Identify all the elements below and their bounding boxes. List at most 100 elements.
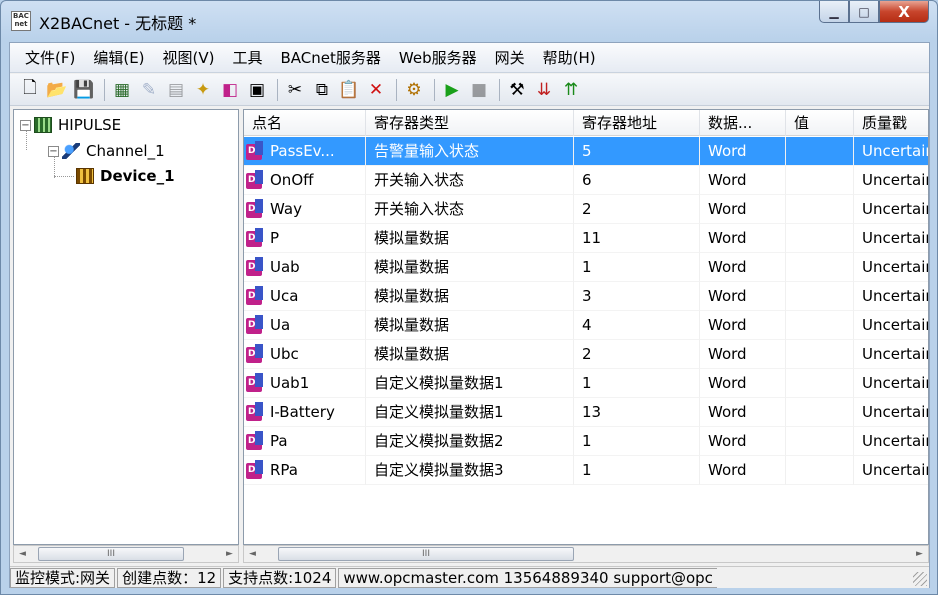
column-header-quality[interactable]: 质量戳 bbox=[854, 110, 928, 136]
menu-file[interactable]: 文件(F) bbox=[16, 43, 84, 73]
scroll-left-icon[interactable]: ◄ bbox=[14, 546, 31, 562]
table-row[interactable]: D I-Battery 自定义模拟量数据1 13 Word Uncertain bbox=[244, 398, 928, 427]
point-name-label: PassEv... bbox=[270, 141, 335, 160]
upload-icon[interactable]: ⇈ bbox=[559, 78, 583, 102]
paste-icon[interactable]: 📋 bbox=[337, 78, 361, 102]
tools-icon[interactable]: ⚒ bbox=[505, 78, 529, 102]
channel-icon bbox=[62, 143, 80, 159]
collapse-icon[interactable]: − bbox=[20, 119, 31, 131]
table-row[interactable]: D PassEv... 告警量输入状态 5 Word Uncertain bbox=[244, 137, 928, 166]
maximize-button[interactable]: □ bbox=[849, 1, 879, 23]
point-name-label: OnOff bbox=[270, 170, 314, 189]
stop-icon[interactable]: ■ bbox=[467, 78, 491, 102]
table-row[interactable]: D Uca 模拟量数据 3 Word Uncertain bbox=[244, 282, 928, 311]
table-row[interactable]: D OnOff 开关输入状态 6 Word Uncertain bbox=[244, 166, 928, 195]
cell-point-name: D Uab1 bbox=[244, 369, 366, 398]
table-row[interactable]: D Way 开关输入状态 2 Word Uncertain bbox=[244, 195, 928, 224]
point-name-label: RPa bbox=[270, 460, 298, 479]
point-name-label: Uab1 bbox=[270, 373, 310, 392]
cell-quality: Uncertain bbox=[854, 427, 928, 456]
cell-value bbox=[786, 253, 854, 282]
cell-register-type: 模拟量数据 bbox=[366, 224, 574, 253]
cell-quality: Uncertain bbox=[854, 311, 928, 340]
cell-register-type: 自定义模拟量数据2 bbox=[366, 427, 574, 456]
copy-icon[interactable]: ⧉ bbox=[310, 78, 334, 102]
status-mode: 监控模式:网关 bbox=[10, 567, 116, 588]
properties-icon[interactable]: ▣ bbox=[245, 78, 269, 102]
cell-value bbox=[786, 427, 854, 456]
client-area: 文件(F) 编辑(E) 视图(V) 工具 BACnet服务器 Web服务器 网关… bbox=[9, 42, 930, 588]
cell-register-address: 1 bbox=[574, 253, 700, 282]
add-device-icon[interactable]: ▤ bbox=[164, 78, 188, 102]
menu-web-server[interactable]: Web服务器 bbox=[390, 43, 486, 73]
status-created-count: 创建点数：12 bbox=[117, 567, 222, 588]
cut-icon[interactable]: ✂ bbox=[283, 78, 307, 102]
add-channel-icon[interactable]: ✎ bbox=[137, 78, 161, 102]
collapse-icon[interactable]: − bbox=[48, 145, 59, 157]
delete-icon[interactable]: ✕ bbox=[364, 78, 388, 102]
tree-node-channel[interactable]: − Channel_1 bbox=[48, 138, 165, 164]
scrollbar-thumb[interactable]: III bbox=[38, 547, 184, 561]
add-point-icon[interactable]: ✦ bbox=[191, 78, 215, 102]
cell-data-type: Word bbox=[700, 340, 786, 369]
menu-view[interactable]: 视图(V) bbox=[154, 43, 224, 73]
point-name-label: I-Battery bbox=[270, 402, 335, 421]
table-row[interactable]: D Uab 模拟量数据 1 Word Uncertain bbox=[244, 253, 928, 282]
cell-quality: Uncertain bbox=[854, 253, 928, 282]
toolbar-separator bbox=[499, 78, 500, 101]
run-icon[interactable]: ▶ bbox=[440, 78, 464, 102]
tree-line bbox=[54, 176, 74, 177]
minimize-button[interactable]: ▁ bbox=[819, 1, 849, 23]
cell-register-address: 2 bbox=[574, 340, 700, 369]
menu-tools[interactable]: 工具 bbox=[224, 43, 272, 73]
cell-point-name: D Ubc bbox=[244, 340, 366, 369]
load-icon[interactable]: ⇊ bbox=[532, 78, 556, 102]
app-icon: BAC net bbox=[11, 11, 31, 31]
scroll-left-icon[interactable]: ◄ bbox=[244, 546, 261, 562]
add-server-icon[interactable]: ▦ bbox=[110, 78, 134, 102]
scroll-right-icon[interactable]: ► bbox=[911, 546, 928, 562]
close-button[interactable]: X bbox=[879, 1, 929, 23]
cell-point-name: D Ua bbox=[244, 311, 366, 340]
scrollbar-thumb[interactable]: III bbox=[278, 547, 574, 561]
column-header-value[interactable]: 值 bbox=[786, 110, 854, 136]
cell-point-name: D PassEv... bbox=[244, 137, 366, 166]
import-icon[interactable]: ◧ bbox=[218, 78, 242, 102]
open-icon[interactable]: 📂 bbox=[45, 78, 69, 102]
column-header-name[interactable]: 点名 bbox=[244, 110, 366, 136]
save-icon[interactable]: 💾 bbox=[72, 78, 96, 102]
cell-quality: Uncertain bbox=[854, 340, 928, 369]
table-row[interactable]: D Pa 自定义模拟量数据2 1 Word Uncertain bbox=[244, 427, 928, 456]
app-window: BAC net X2BACnet - 无标题 * ▁ □ X 文件(F) 编辑(E… bbox=[0, 0, 938, 595]
cell-register-address: 1 bbox=[574, 427, 700, 456]
new-icon[interactable]: 🗋 bbox=[18, 78, 42, 102]
column-header-register-type[interactable]: 寄存器类型 bbox=[366, 110, 574, 136]
point-name-label: P bbox=[270, 228, 280, 247]
table-row[interactable]: D P 模拟量数据 11 Word Uncertain bbox=[244, 224, 928, 253]
cell-data-type: Word bbox=[700, 166, 786, 195]
title-bar[interactable]: BAC net X2BACnet - 无标题 * ▁ □ X bbox=[1, 1, 937, 41]
scroll-right-icon[interactable]: ► bbox=[221, 546, 238, 562]
tree-node-label: Device_1 bbox=[100, 167, 175, 185]
cell-data-type: Word bbox=[700, 253, 786, 282]
table-row[interactable]: D Ubc 模拟量数据 2 Word Uncertain bbox=[244, 340, 928, 369]
column-header-data-type[interactable]: 数据... bbox=[700, 110, 786, 136]
tags-icon[interactable]: ⚙ bbox=[402, 78, 426, 102]
menu-edit[interactable]: 编辑(E) bbox=[84, 43, 153, 73]
point-icon: D bbox=[246, 343, 268, 365]
menu-bacnet-server[interactable]: BACnet服务器 bbox=[272, 43, 390, 73]
column-header-register-address[interactable]: 寄存器地址 bbox=[574, 110, 700, 136]
table-row[interactable]: D Ua 模拟量数据 4 Word Uncertain bbox=[244, 311, 928, 340]
table-row[interactable]: D Uab1 自定义模拟量数据1 1 Word Uncertain bbox=[244, 369, 928, 398]
cell-data-type: Word bbox=[700, 137, 786, 166]
table-row[interactable]: D RPa 自定义模拟量数据3 1 Word Uncertain bbox=[244, 456, 928, 485]
cell-value bbox=[786, 340, 854, 369]
tree-scrollbar[interactable]: ◄ III ► bbox=[13, 545, 239, 563]
resize-grip-icon[interactable] bbox=[913, 572, 927, 586]
tree-node-root[interactable]: − HIPULSE bbox=[20, 112, 121, 138]
menu-help[interactable]: 帮助(H) bbox=[534, 43, 605, 73]
list-scrollbar[interactable]: ◄ III ► bbox=[243, 545, 929, 563]
cell-register-type: 告警量输入状态 bbox=[366, 137, 574, 166]
tree-node-device[interactable]: Device_1 bbox=[76, 163, 175, 189]
menu-gateway[interactable]: 网关 bbox=[486, 43, 534, 73]
